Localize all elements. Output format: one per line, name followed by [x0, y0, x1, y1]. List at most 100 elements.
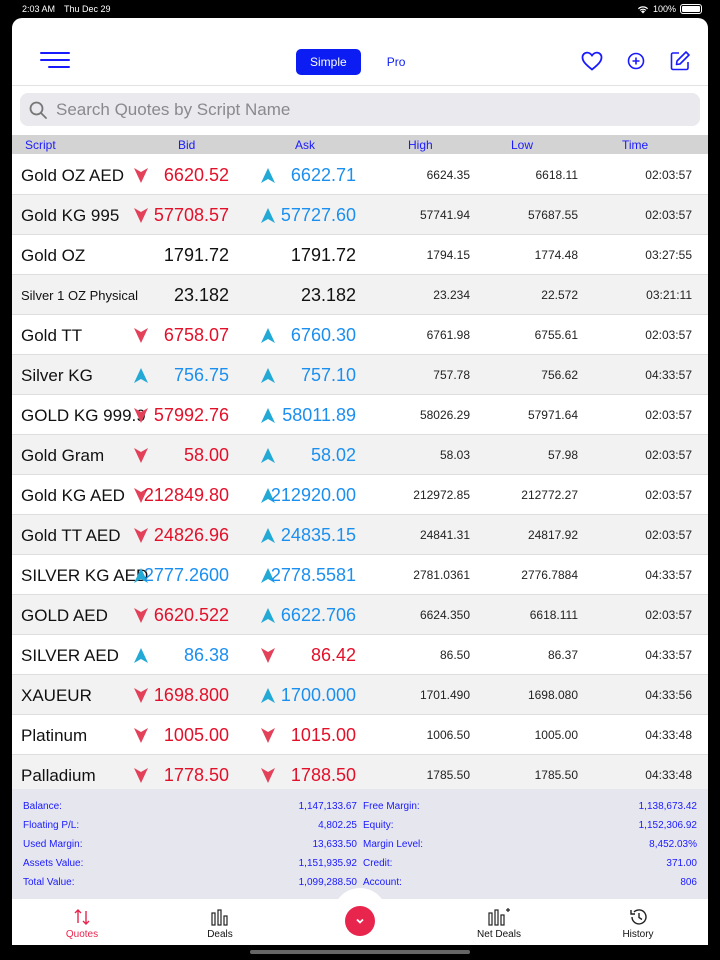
quote-row[interactable]: Silver 1 OZ Physical 23.182 23.182 23.234 22… — [12, 275, 708, 315]
account-label: Balance: — [23, 801, 62, 812]
quote-row[interactable]: SILVER AED 86.38 86.42 86.50 86.37 04:33:57 — [12, 635, 708, 675]
tab-simple[interactable]: Simple — [296, 49, 361, 75]
chevron-down-icon — [356, 918, 364, 924]
down-arrow-icon — [134, 608, 148, 623]
col-low[interactable]: Low — [511, 138, 533, 152]
quote-high: 2781.0361 — [413, 568, 470, 582]
quote-row[interactable]: Gold OZ 1791.72 1791.72 1794.15 1774.48 03:27… — [12, 235, 708, 275]
quote-row[interactable]: Platinum 1005.00 1015.00 1006.50 1005.00 04:3… — [12, 715, 708, 755]
edit-icon[interactable] — [668, 49, 692, 73]
wifi-icon — [637, 5, 648, 13]
tab-pro[interactable]: Pro — [373, 49, 420, 75]
search-input[interactable] — [56, 97, 676, 123]
quote-high: 6624.35 — [426, 168, 470, 182]
down-arrow-icon — [134, 328, 148, 343]
account-value: 1,099,288.50 — [298, 877, 357, 888]
quote-low: 1698.080 — [527, 688, 578, 702]
account-line: Account: 806 — [363, 877, 697, 896]
tab-deals[interactable]: Deals — [200, 907, 240, 940]
quote-script-name: SILVER KG AED — [21, 566, 149, 585]
quote-high: 1785.50 — [426, 768, 470, 782]
up-arrow-icon — [261, 408, 275, 423]
quote-bid: 1698.800 — [153, 685, 229, 705]
quote-row[interactable]: XAUEUR 1698.800 1700.000 1701.490 1698.080 04… — [12, 675, 708, 715]
up-arrow-icon — [261, 168, 275, 183]
quote-script-name: Gold TT AED — [21, 526, 121, 545]
col-script[interactable]: Script — [25, 138, 56, 152]
quote-row[interactable]: Silver KG 756.75 757.10 757.78 756.62 04:33:5… — [12, 355, 708, 395]
up-arrow-icon — [261, 328, 275, 343]
quote-ask: 58011.89 — [282, 405, 356, 425]
tab-history[interactable]: History — [617, 907, 659, 940]
up-arrow-icon — [261, 368, 275, 383]
col-time[interactable]: Time — [622, 138, 648, 152]
quote-low: 57687.55 — [527, 208, 578, 222]
status-date: Thu Dec 29 — [64, 4, 111, 14]
down-arrow-icon — [261, 648, 275, 663]
quote-time: 04:33:57 — [645, 648, 692, 662]
account-summary: Balance: 1,147,133.67 Floating P/L: 4,802.2… — [12, 789, 708, 899]
quote-low: 86.37 — [547, 648, 578, 662]
quote-high: 6624.350 — [419, 608, 470, 622]
quote-row[interactable]: Gold KG AED 212849.80 212920.00 212972.85 21… — [12, 475, 708, 515]
quote-time: 02:03:57 — [645, 408, 692, 422]
quote-bid: 1791.72 — [163, 245, 229, 265]
down-arrow-icon — [134, 528, 148, 543]
quote-script-name: Gold OZ AED — [21, 166, 124, 185]
quote-bid: 57708.57 — [153, 205, 229, 225]
account-line: Total Value: 1,099,288.50 — [23, 877, 357, 896]
col-high[interactable]: High — [408, 138, 433, 152]
quote-high: 1794.15 — [426, 248, 470, 262]
add-circle-icon[interactable] — [624, 49, 648, 73]
quote-row[interactable]: Gold OZ AED 6620.52 6622.71 6624.35 6618.11 0… — [12, 155, 708, 195]
quote-ask: 1015.00 — [290, 725, 356, 745]
battery-percent: 100% — [652, 4, 676, 14]
status-time: 2:03 AM — [22, 4, 56, 14]
quote-script-name: Gold KG 995 — [21, 206, 120, 225]
quote-script-name: Gold KG AED — [21, 486, 125, 505]
account-line: Credit: 371.00 — [363, 858, 697, 877]
heart-icon[interactable] — [580, 49, 604, 73]
center-action-button[interactable] — [345, 906, 375, 936]
quote-bid: 6758.07 — [163, 325, 229, 345]
account-line: Balance: 1,147,133.67 — [23, 801, 357, 820]
quote-row[interactable]: SILVER KG AED 2777.2600 2778.5581 2781.0361… — [12, 555, 708, 595]
quote-bid: 2777.2600 — [143, 565, 229, 585]
tab-quotes[interactable]: Quotes — [62, 907, 102, 940]
account-line: Equity: 1,152,306.92 — [363, 820, 697, 839]
quote-low: 22.572 — [541, 288, 578, 302]
quote-low: 57.98 — [547, 448, 578, 462]
quote-row[interactable]: Gold TT AED 24826.96 24835.15 24841.31 24817… — [12, 515, 708, 555]
tab-net-deals-label: Net Deals — [477, 929, 521, 940]
tab-net-deals[interactable]: Net Deals — [474, 907, 524, 940]
quote-time: 04:33:57 — [645, 368, 692, 382]
account-line: Floating P/L: 4,802.25 — [23, 820, 357, 839]
quote-time: 02:03:57 — [645, 488, 692, 502]
quote-ask: 24835.15 — [280, 525, 356, 545]
col-bid[interactable]: Bid — [178, 138, 195, 152]
down-arrow-icon — [134, 768, 148, 783]
account-value: 4,802.25 — [318, 820, 357, 831]
account-line: Margin Level: 8,452.03% — [363, 839, 697, 858]
quote-script-name: Gold TT — [21, 326, 83, 345]
account-value: 371.00 — [666, 858, 697, 869]
quote-row[interactable]: Gold Gram 58.00 58.02 58.03 57.98 02:03:57 — [12, 435, 708, 475]
quote-ask: 1788.50 — [290, 765, 356, 785]
account-label: Floating P/L: — [23, 820, 80, 831]
quote-script-name: Gold Gram — [21, 446, 105, 465]
menu-icon[interactable] — [40, 52, 70, 70]
down-arrow-icon — [134, 168, 148, 183]
quote-row[interactable]: Gold TT 6758.07 6760.30 6761.98 6755.61 02:03… — [12, 315, 708, 355]
quote-low: 6618.11 — [535, 168, 579, 182]
account-label: Equity: — [363, 820, 394, 831]
quote-ask: 6760.30 — [290, 325, 356, 345]
account-label: Assets Value: — [23, 858, 84, 869]
quote-row[interactable]: Gold KG 995 57708.57 57727.60 57741.94 57687… — [12, 195, 708, 235]
quote-row[interactable]: GOLD AED 6620.522 6622.706 6624.350 6618.111… — [12, 595, 708, 635]
quote-row[interactable]: GOLD KG 999.9 57992.76 58011.89 58026.29 579… — [12, 395, 708, 435]
tab-deals-label: Deals — [207, 929, 233, 940]
quote-ask: 58.02 — [310, 445, 356, 465]
battery-icon — [680, 4, 702, 14]
tab-quotes-label: Quotes — [65, 929, 99, 940]
col-ask[interactable]: Ask — [295, 138, 315, 152]
